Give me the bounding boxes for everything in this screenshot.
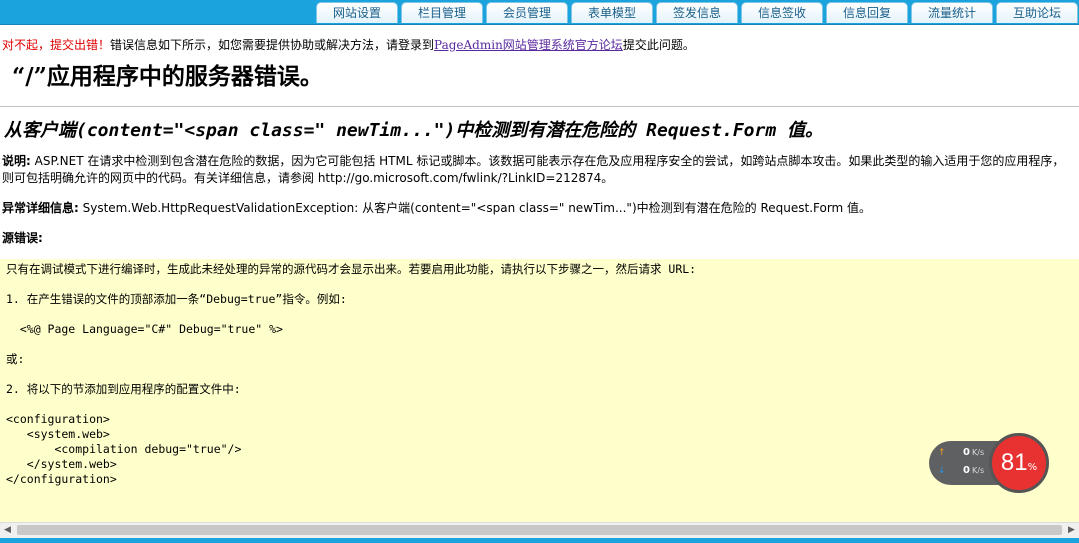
code-line: 或: [6, 352, 25, 366]
exception-details: 异常详细信息: System.Web.HttpRequestValidation… [2, 200, 1076, 217]
nav-tabs: 网站设置 栏目管理 会员管理 表单模型 签发信息 信息签收 信息回复 流量统计 … [316, 2, 1078, 23]
gauge-value: 81 [1000, 449, 1028, 476]
source-error: 源错误: [2, 230, 1076, 247]
code-line: 只有在调试模式下进行编译时，生成此未经处理的异常的源代码才会显示出来。若要启用此… [6, 262, 697, 276]
scroll-right-icon[interactable]: ▶ [1064, 523, 1079, 538]
page-title: “/”应用程序中的服务器错误。 [12, 63, 323, 90]
tab-issue-info[interactable]: 签发信息 [656, 2, 738, 23]
tab-info-receipt[interactable]: 信息签收 [741, 2, 823, 23]
error-notice: 对不起，提交出错！错误信息如下所示，如您需要提供协助或解决方法，请登录到Page… [2, 38, 1079, 52]
code-line: 1. 在产生错误的文件的顶部添加一条“Debug=true”指令。例如: [6, 292, 347, 306]
code-line: <compilation debug="true"/> [6, 442, 242, 456]
exception-text: System.Web.HttpRequestValidationExceptio… [78, 201, 872, 215]
download-speed: 0 [963, 465, 970, 476]
arrow-down-icon: ↓ [938, 466, 946, 476]
description-text: ASP.NET 在请求中检测到包含潜在危险的数据，因为它可能包括 HTML 标记… [2, 154, 1065, 185]
gauge-unit: % [1027, 462, 1038, 473]
scroll-left-icon[interactable]: ◀ [0, 523, 15, 538]
error-subtitle: 从客户端(content="<span class=" newTim...")中… [4, 120, 824, 141]
tab-form-model[interactable]: 表单模型 [571, 2, 653, 23]
divider [0, 106, 1079, 107]
horizontal-scrollbar[interactable]: ◀ ▶ [0, 522, 1079, 538]
tab-traffic-stats[interactable]: 流量统计 [911, 2, 993, 23]
exception-label: 异常详细信息: [2, 201, 79, 215]
code-line: 2. 将以下的节添加到应用程序的配置文件中: [6, 382, 241, 396]
description-label: 说明: [2, 154, 31, 168]
scrollbar-thumb[interactable] [17, 525, 1062, 535]
notice-text-end: 提交此问题。 [622, 38, 695, 52]
top-nav-bar: 网站设置 栏目管理 会员管理 表单模型 签发信息 信息签收 信息回复 流量统计 … [0, 0, 1079, 25]
upload-unit: K/s [972, 448, 985, 457]
code-line: <system.web> [6, 427, 110, 441]
source-label: 源错误: [2, 231, 43, 245]
upload-speed: 0 [963, 447, 970, 458]
source-code-box: 只有在调试模式下进行编译时，生成此未经处理的异常的源代码才会显示出来。若要启用此… [0, 259, 1079, 522]
memory-usage-gauge[interactable]: 81% [989, 433, 1049, 493]
error-warning: 对不起，提交出错！ [2, 38, 111, 52]
download-unit: K/s [972, 466, 985, 475]
arrow-up-icon: ↑ [938, 448, 946, 458]
tab-info-reply[interactable]: 信息回复 [826, 2, 908, 23]
tab-column-management[interactable]: 栏目管理 [401, 2, 483, 23]
description: 说明: ASP.NET 在请求中检测到包含潜在危险的数据，因为它可能包括 HTM… [2, 153, 1076, 187]
code-line: </system.web> [6, 457, 117, 471]
code-line: <configuration> [6, 412, 110, 426]
tab-forum[interactable]: 互助论坛 [996, 2, 1078, 23]
tab-member-management[interactable]: 会员管理 [486, 2, 568, 23]
error-page: 对不起，提交出错！错误信息如下所示，如您需要提供协助或解决方法，请登录到Page… [0, 24, 1079, 247]
code-line: </configuration> [6, 472, 117, 486]
tab-site-settings[interactable]: 网站设置 [316, 2, 398, 23]
notice-text: 错误信息如下所示，如您需要提供协助或解决方法，请登录到 [110, 38, 435, 52]
bottom-bar [0, 538, 1079, 543]
forum-link[interactable]: PageAdmin网站管理系统官方论坛 [434, 38, 623, 52]
code-line: <%@ Page Language="C#" Debug="true" %> [6, 322, 283, 336]
